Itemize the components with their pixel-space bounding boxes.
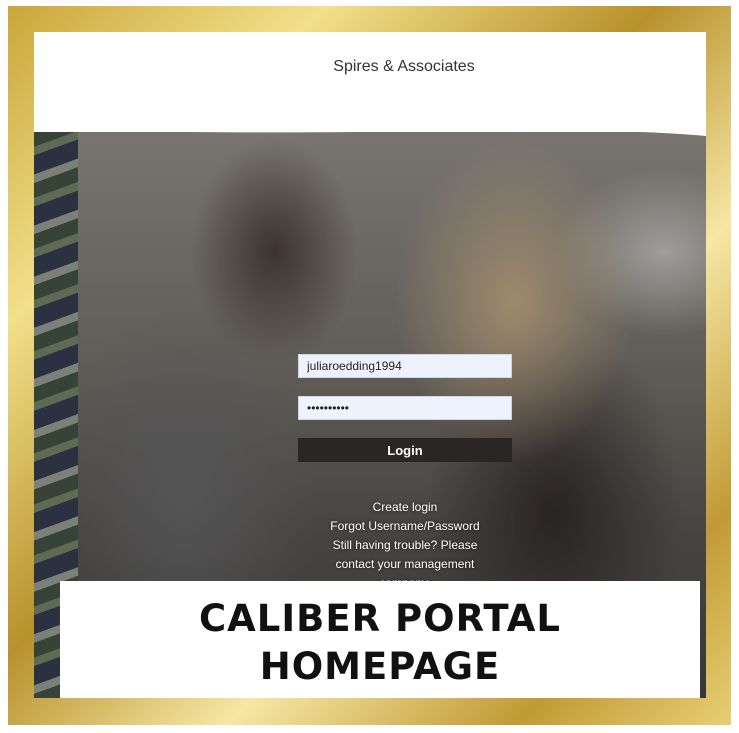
portal-page: Spires & Associates Login Create login F… [34, 32, 706, 698]
help-links: Create login Forgot Username/Password St… [298, 498, 512, 593]
banner-title: CALIBER PORTAL HOMEPAGE [60, 595, 700, 691]
create-login-link[interactable]: Create login [298, 498, 512, 517]
brand-title: Spires & Associates [333, 58, 475, 75]
login-button[interactable]: Login [298, 438, 512, 462]
username-input[interactable] [298, 354, 512, 378]
trouble-note-line2: contact your management [335, 557, 475, 571]
forgot-credentials-link[interactable]: Forgot Username/Password [298, 517, 512, 536]
banner-line1: CALIBER PORTAL [199, 597, 561, 640]
gold-frame: Spires & Associates Login Create login F… [8, 6, 731, 725]
header-curve [34, 118, 706, 136]
login-form: Login [298, 354, 512, 462]
trouble-note-line1: Still having trouble? Please [332, 538, 478, 552]
banner-line2: HOMEPAGE [259, 645, 501, 688]
password-input[interactable] [298, 396, 512, 420]
title-banner: CALIBER PORTAL HOMEPAGE [60, 581, 700, 698]
